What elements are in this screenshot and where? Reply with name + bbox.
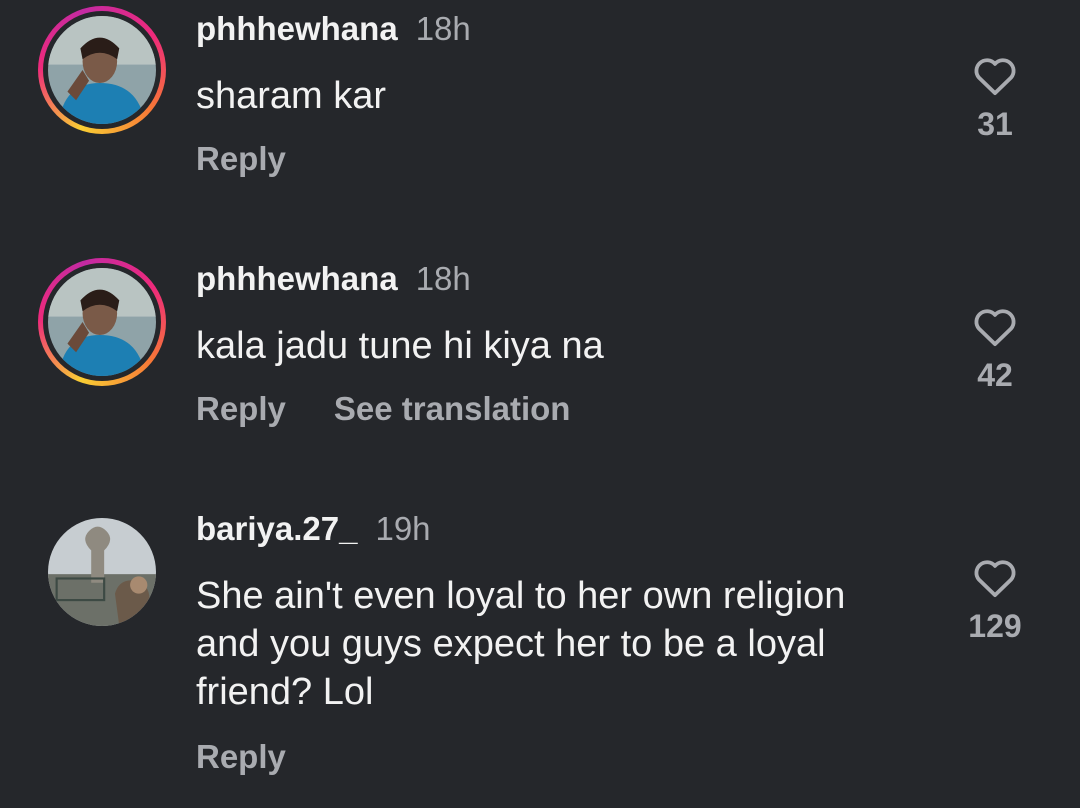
username[interactable]: phhhewhana — [196, 260, 398, 297]
avatar[interactable] — [48, 518, 156, 626]
reply-button[interactable]: Reply — [196, 140, 286, 177]
comment-meta: phhhewhana 18h — [196, 10, 471, 48]
comment-actions: Reply See translation — [196, 390, 570, 428]
timestamp: 18h — [415, 260, 471, 297]
timestamp: 18h — [415, 10, 471, 47]
heart-outline-icon[interactable] — [972, 556, 1018, 598]
avatar[interactable] — [38, 6, 166, 134]
see-translation-button[interactable]: See translation — [334, 390, 571, 427]
username[interactable]: phhhewhana — [196, 10, 398, 47]
reply-button[interactable]: Reply — [196, 390, 286, 427]
avatar-image — [48, 518, 156, 626]
reply-button[interactable]: Reply — [196, 738, 286, 775]
comment-item: bariya.27_ 19h She ain't even loyal to he… — [0, 500, 1080, 808]
comment-text: sharam kar — [196, 75, 387, 117]
comment-item: phhhewhana 18h kala jadu tune hi kiya na … — [0, 250, 1080, 500]
avatar[interactable] — [38, 258, 166, 386]
username[interactable]: bariya.27_ — [196, 510, 357, 547]
heart-outline-icon[interactable] — [972, 54, 1018, 96]
like-control: 42 — [960, 305, 1030, 394]
avatar-image — [48, 16, 156, 124]
heart-outline-icon[interactable] — [972, 305, 1018, 347]
comment-text: kala jadu tune hi kiya na — [196, 325, 604, 367]
timestamp: 19h — [375, 510, 431, 547]
comment-actions: Reply — [196, 738, 286, 776]
comment-meta: phhhewhana 18h — [196, 260, 471, 298]
comment-meta: bariya.27_ 19h — [196, 510, 431, 548]
like-count: 31 — [977, 106, 1013, 142]
like-control: 129 — [960, 556, 1030, 645]
avatar-image — [48, 268, 156, 376]
like-count: 42 — [977, 357, 1013, 393]
like-control: 31 — [960, 54, 1030, 143]
comment-text: She ain't even loyal to her own religion… — [196, 575, 846, 713]
comment-actions: Reply — [196, 140, 286, 178]
like-count: 129 — [968, 608, 1022, 644]
comment-item: phhhewhana 18h sharam kar Reply 31 — [0, 0, 1080, 250]
